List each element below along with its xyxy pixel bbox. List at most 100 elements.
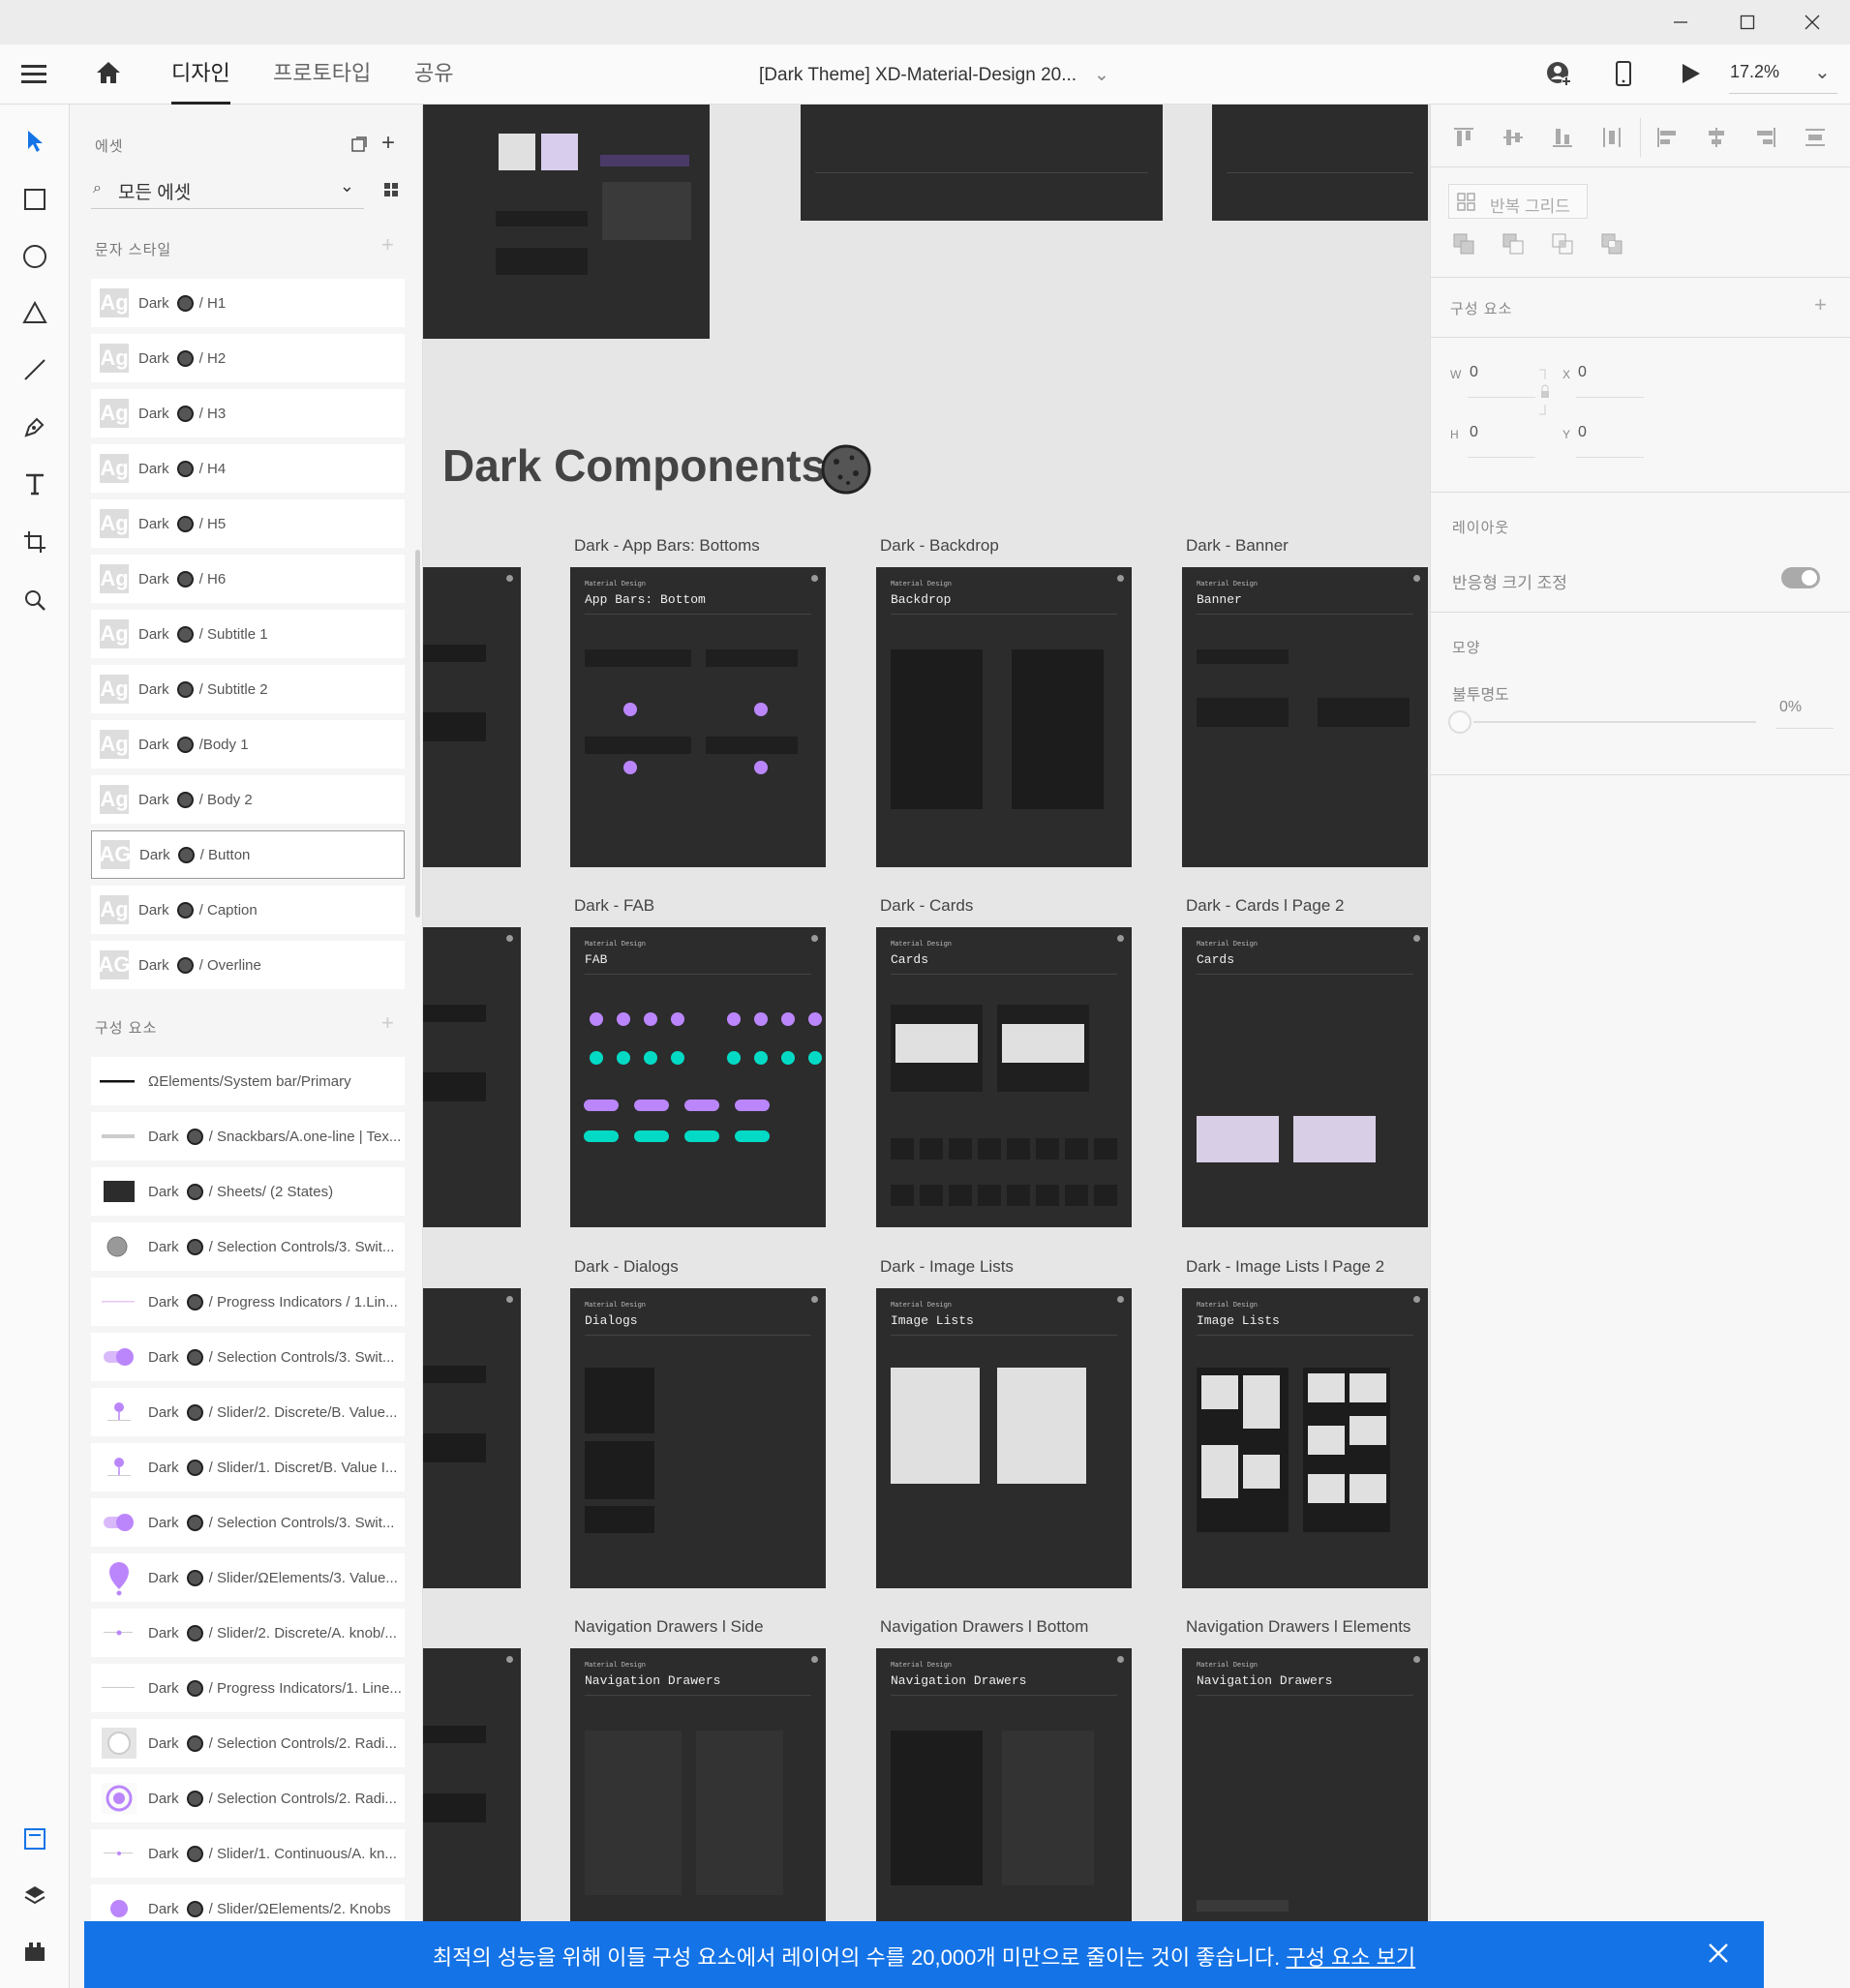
artboard-label[interactable]: Dark - Cards <box>880 896 973 916</box>
maximize-icon[interactable] <box>1718 0 1776 45</box>
component-item[interactable]: Dark / Slider/1. Discret/B. Value I... <box>91 1443 405 1491</box>
zoom-dropdown-icon[interactable]: ⌄ <box>1814 60 1831 84</box>
char-style-item[interactable]: Ag Dark / H4 <box>91 444 405 493</box>
home-icon[interactable] <box>95 60 122 90</box>
char-style-item[interactable]: Ag Dark / Body 2 <box>91 775 405 824</box>
artboard-partial-left[interactable] <box>423 1288 521 1588</box>
plugins-panel-icon[interactable] <box>17 1934 52 1969</box>
add-component-icon[interactable]: + <box>1814 292 1827 317</box>
artboard-label[interactable]: Navigation Drawers l Side <box>574 1617 764 1637</box>
artboard[interactable]: Material Design Cards <box>1182 927 1428 1227</box>
assets-scrollbar[interactable] <box>415 550 420 918</box>
component-item[interactable]: Dark / Selection Controls/3. Swit... <box>91 1498 405 1547</box>
align-left-icon[interactable] <box>1655 126 1679 154</box>
component-item[interactable]: Dark / Selection Controls/2. Radi... <box>91 1774 405 1822</box>
zoom-tool-icon[interactable] <box>17 583 52 617</box>
rectangle-tool-icon[interactable] <box>17 182 52 217</box>
align-top-icon[interactable] <box>1452 126 1475 154</box>
char-style-item[interactable]: Ag Dark / H6 <box>91 555 405 603</box>
artboard[interactable]: Material Design Cards <box>876 927 1132 1227</box>
artboard[interactable]: Material Design Backdrop <box>876 567 1132 867</box>
component-item[interactable]: Dark / Selection Controls/3. Swit... <box>91 1222 405 1271</box>
responsive-resize-toggle[interactable] <box>1781 567 1820 588</box>
height-input[interactable]: 0 <box>1470 424 1478 441</box>
char-style-item[interactable]: Ag Dark / Subtitle 1 <box>91 610 405 658</box>
play-icon[interactable] <box>1679 62 1702 90</box>
artboard[interactable]: Material Design Banner <box>1182 567 1428 867</box>
add-asset-icon[interactable]: + <box>381 130 395 157</box>
distribute-vertical-icon[interactable] <box>1600 126 1623 154</box>
x-input[interactable]: 0 <box>1578 364 1587 381</box>
component-item[interactable]: Dark / Snackbars/A.one-line | Tex... <box>91 1112 405 1160</box>
text-tool-icon[interactable] <box>17 467 52 501</box>
assets-filter[interactable]: ⌕ 모든 에셋 ⌄ <box>91 174 364 209</box>
minimize-icon[interactable] <box>1652 0 1710 45</box>
boolean-intersect-icon[interactable] <box>1551 232 1574 260</box>
view-components-link[interactable]: 구성 요소 보기 <box>1286 1945 1415 1970</box>
add-char-style-icon[interactable]: + <box>381 232 394 257</box>
char-style-item[interactable]: Ag Dark/Body 1 <box>91 720 405 768</box>
char-style-item[interactable]: Ag Dark / H1 <box>91 279 405 327</box>
document-title[interactable]: [Dark Theme] XD-Material-Design 20... ⌄ <box>759 64 1109 86</box>
grid-view-icon[interactable] <box>383 182 399 202</box>
artboard-partial-left[interactable] <box>423 927 521 1227</box>
distribute-horizontal-icon[interactable] <box>1804 126 1827 154</box>
artboard-label[interactable]: Dark - Image Lists <box>880 1257 1014 1277</box>
component-item[interactable]: Dark / Slider/1. Continuous/A. kn... <box>91 1829 405 1878</box>
artboard-label[interactable]: Dark - Image Lists l Page 2 <box>1186 1257 1384 1277</box>
repeat-grid-button[interactable]: 반복 그리드 <box>1448 184 1588 219</box>
artboard-partial-top-right[interactable] <box>1212 105 1428 221</box>
component-item[interactable]: ΩElements/System bar/Primary <box>91 1057 405 1105</box>
chevron-down-icon[interactable]: ⌄ <box>1094 65 1109 85</box>
select-tool-icon[interactable] <box>17 124 52 159</box>
component-item[interactable]: Dark / Selection Controls/2. Radi... <box>91 1719 405 1767</box>
component-item[interactable]: Dark / Slider/2. Discrete/A. knob/... <box>91 1609 405 1657</box>
artboard-label[interactable]: Dark - Backdrop <box>880 536 999 556</box>
y-input[interactable]: 0 <box>1578 424 1587 441</box>
artboard-label[interactable]: Dark - FAB <box>574 896 654 916</box>
artboard-label[interactable]: Dark - Dialogs <box>574 1257 679 1277</box>
char-style-item[interactable]: AG Dark / Button <box>91 830 405 879</box>
artboard-tool-icon[interactable] <box>17 525 52 559</box>
char-style-item[interactable]: AG Dark / Overline <box>91 941 405 989</box>
artboard-label[interactable]: Dark - Cards l Page 2 <box>1186 896 1344 916</box>
zoom-level[interactable]: 17.2% <box>1730 62 1779 82</box>
artboard[interactable]: Material Design Image Lists <box>1182 1288 1428 1588</box>
open-library-icon[interactable] <box>350 136 368 158</box>
opacity-value[interactable]: 0% <box>1779 699 1802 716</box>
design-canvas[interactable]: Dark Components Dark - App Bars: Bottoms… <box>423 105 1430 1988</box>
mobile-preview-icon[interactable] <box>1613 60 1634 92</box>
align-center-icon[interactable] <box>1705 126 1728 154</box>
opacity-slider-knob[interactable] <box>1448 710 1471 734</box>
align-middle-icon[interactable] <box>1501 126 1525 154</box>
char-style-item[interactable]: Ag Dark / H3 <box>91 389 405 437</box>
artboard[interactable]: Material Design App Bars: Bottom <box>570 567 826 867</box>
artboard-partial-top-mid[interactable] <box>801 105 1163 221</box>
component-item[interactable]: Dark / Slider/ΩElements/3. Value... <box>91 1553 405 1602</box>
add-component-icon[interactable]: + <box>381 1010 394 1036</box>
tab-prototype[interactable]: 프로토타입 <box>273 45 371 105</box>
artboard[interactable]: Material Design FAB <box>570 927 826 1227</box>
boolean-subtract-icon[interactable] <box>1501 232 1525 260</box>
close-icon[interactable] <box>1783 0 1841 45</box>
component-item[interactable]: Dark / Slider/2. Discrete/B. Value... <box>91 1388 405 1436</box>
artboard-label[interactable]: Navigation Drawers l Elements <box>1186 1617 1410 1637</box>
lock-aspect-icon[interactable] <box>1537 368 1551 421</box>
line-tool-icon[interactable] <box>17 352 52 387</box>
component-item[interactable]: Dark / Progress Indicators / 1.Lin... <box>91 1278 405 1326</box>
artboard-partial-top-left[interactable] <box>423 105 710 339</box>
artboard-label[interactable]: Navigation Drawers l Bottom <box>880 1617 1088 1637</box>
boolean-exclude-icon[interactable] <box>1600 232 1623 260</box>
align-bottom-icon[interactable] <box>1551 126 1574 154</box>
boolean-add-icon[interactable] <box>1452 232 1475 260</box>
component-item[interactable]: Dark / Selection Controls/3. Swit... <box>91 1333 405 1381</box>
artboard[interactable]: Material Design Dialogs <box>570 1288 826 1588</box>
close-banner-icon[interactable] <box>1708 1943 1729 1970</box>
hamburger-icon[interactable] <box>21 62 48 90</box>
component-item[interactable]: Dark / Sheets/ (2 States) <box>91 1167 405 1216</box>
artboard-partial-left[interactable] <box>423 567 521 867</box>
artboard[interactable]: Material Design Image Lists <box>876 1288 1132 1588</box>
tab-design[interactable]: 디자인 <box>171 45 230 105</box>
char-style-item[interactable]: Ag Dark / H2 <box>91 334 405 382</box>
assets-panel-icon[interactable] <box>17 1822 52 1856</box>
